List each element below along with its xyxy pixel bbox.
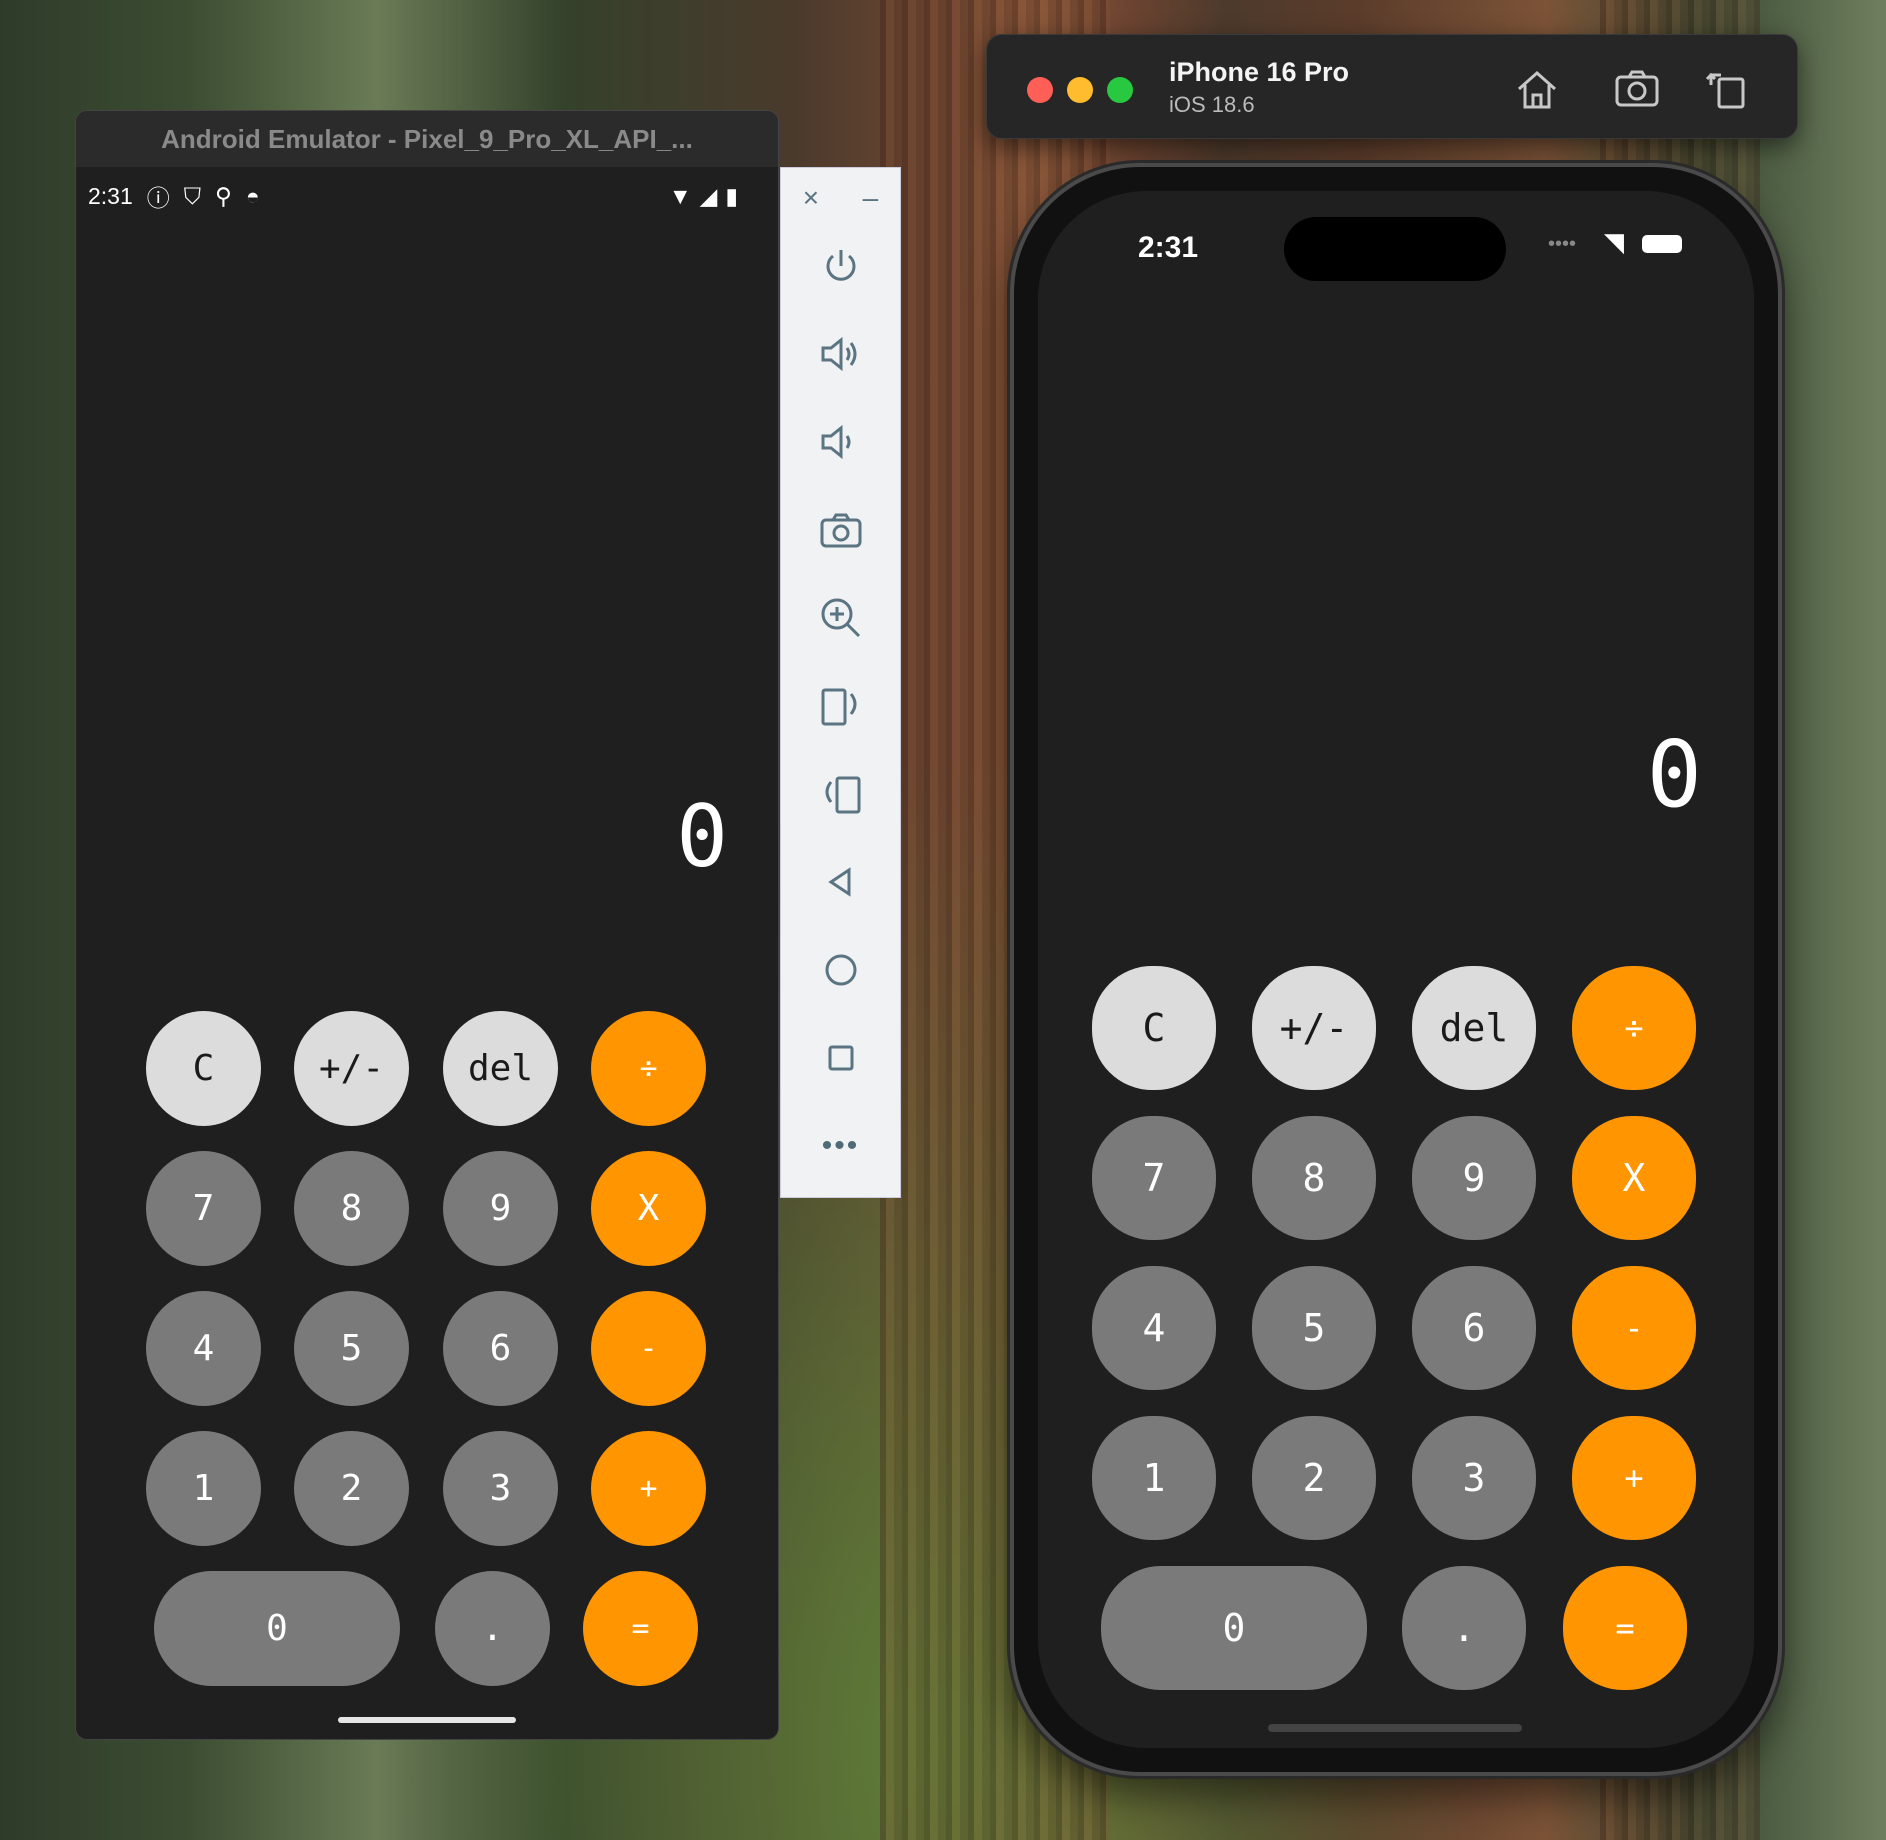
usb-icon: ⚲ [215,182,232,209]
plus-minus-button[interactable]: +/- [294,1011,409,1126]
power-icon[interactable] [781,236,900,296]
divide-button[interactable]: ÷ [1572,966,1696,1090]
key-8[interactable]: 8 [1252,1116,1376,1240]
signal-icon: ◢ [699,182,718,209]
zoom-window-button[interactable] [1107,77,1133,103]
key-3[interactable]: 3 [1412,1416,1536,1540]
key-4[interactable]: 4 [1092,1266,1216,1390]
key-6[interactable]: 6 [1412,1266,1536,1390]
calc-display: 0 [1646,721,1702,828]
home-icon[interactable] [781,940,900,1000]
battery-icon: ▮ [725,182,738,209]
wifi-icon: ◥ [1604,227,1624,257]
window-title: Android Emulator - Pixel_9_Pro_XL_API_..… [76,111,778,168]
key-2[interactable]: 2 [1252,1416,1376,1540]
minus-button[interactable]: - [591,1291,706,1406]
calc-display: 0 [676,787,728,887]
divide-button[interactable]: ÷ [591,1011,706,1126]
android-emulator-window: Android Emulator - Pixel_9_Pro_XL_API_..… [75,110,779,1740]
delete-button[interactable]: del [1412,966,1536,1090]
key-7[interactable]: 7 [146,1151,261,1266]
key-8[interactable]: 8 [294,1151,409,1266]
camera-icon[interactable] [781,500,900,560]
home-icon[interactable] [1513,65,1561,113]
rotate-left-icon[interactable] [781,676,900,736]
battery-icon [1642,235,1682,253]
more-icon[interactable]: ••• [781,1116,900,1176]
rotate-icon[interactable] [1703,65,1751,113]
equals-button[interactable]: = [583,1571,698,1686]
clear-button[interactable]: C [1092,966,1216,1090]
key-9[interactable]: 9 [1412,1116,1536,1240]
ios-screen: 2:31 •••• ◥ 0 C +/- del ÷ 7 8 9 X 4 5 6 … [1038,191,1754,1748]
decimal-button[interactable]: . [1402,1566,1526,1690]
clear-button[interactable]: C [146,1011,261,1126]
dynamic-island [1284,217,1506,281]
key-1[interactable]: 1 [1092,1416,1216,1540]
screenshot-icon[interactable] [1613,65,1661,113]
wifi-icon: ▼ [668,182,692,209]
key-3[interactable]: 3 [443,1431,558,1546]
ios-simulator-titlebar: iPhone 16 Pro iOS 18.6 [986,34,1798,139]
zoom-icon[interactable] [781,588,900,648]
android-status-bar: 2:31 ⓘ ⛉ ⚲ ◓ ▼ ◢ ▮ [88,181,738,212]
iphone-frame: 2:31 •••• ◥ 0 C +/- del ÷ 7 8 9 X 4 5 6 … [1010,163,1782,1776]
key-6[interactable]: 6 [443,1291,558,1406]
signal-icon: •••• [1548,233,1577,255]
minus-button[interactable]: - [1572,1266,1696,1390]
key-1[interactable]: 1 [146,1431,261,1546]
key-7[interactable]: 7 [1092,1116,1216,1240]
equals-button[interactable]: = [1563,1566,1687,1690]
multiply-button[interactable]: X [591,1151,706,1266]
close-window-button[interactable] [1027,77,1053,103]
device-name: iPhone 16 Pro [1169,57,1350,87]
delete-button[interactable]: del [443,1011,558,1126]
key-0[interactable]: 0 [1101,1566,1367,1690]
close-icon[interactable]: × [803,182,819,214]
android-screen: 2:31 ⓘ ⛉ ⚲ ◓ ▼ ◢ ▮ 0 C +/- del ÷ 7 8 9 X… [76,167,778,1739]
minimize-window-button[interactable] [1067,77,1093,103]
key-2[interactable]: 2 [294,1431,409,1546]
rotate-right-icon[interactable] [781,764,900,824]
key-5[interactable]: 5 [1252,1266,1376,1390]
emulator-toolbar: × – ••• [780,167,901,1198]
multiply-button[interactable]: X [1572,1116,1696,1240]
decimal-button[interactable]: . [435,1571,550,1686]
home-indicator[interactable] [1268,1724,1522,1732]
key-9[interactable]: 9 [443,1151,558,1266]
volume-down-icon[interactable] [781,412,900,472]
plus-minus-button[interactable]: +/- [1252,966,1376,1090]
os-version: iOS 18.6 [1169,92,1255,117]
overview-icon[interactable] [781,1028,900,1088]
back-icon[interactable] [781,852,900,912]
status-time: 2:31 [88,182,133,209]
android-icon: ◓ [245,182,260,209]
info-icon: ⓘ [146,185,170,211]
volume-up-icon[interactable] [781,324,900,384]
minimize-icon[interactable]: – [863,182,879,214]
status-time: 2:31 [1138,231,1199,264]
gesture-bar[interactable] [338,1717,516,1723]
shield-icon: ⛉ [183,182,202,209]
key-4[interactable]: 4 [146,1291,261,1406]
key-5[interactable]: 5 [294,1291,409,1406]
plus-button[interactable]: + [591,1431,706,1546]
plus-button[interactable]: + [1572,1416,1696,1540]
key-0[interactable]: 0 [154,1571,400,1686]
